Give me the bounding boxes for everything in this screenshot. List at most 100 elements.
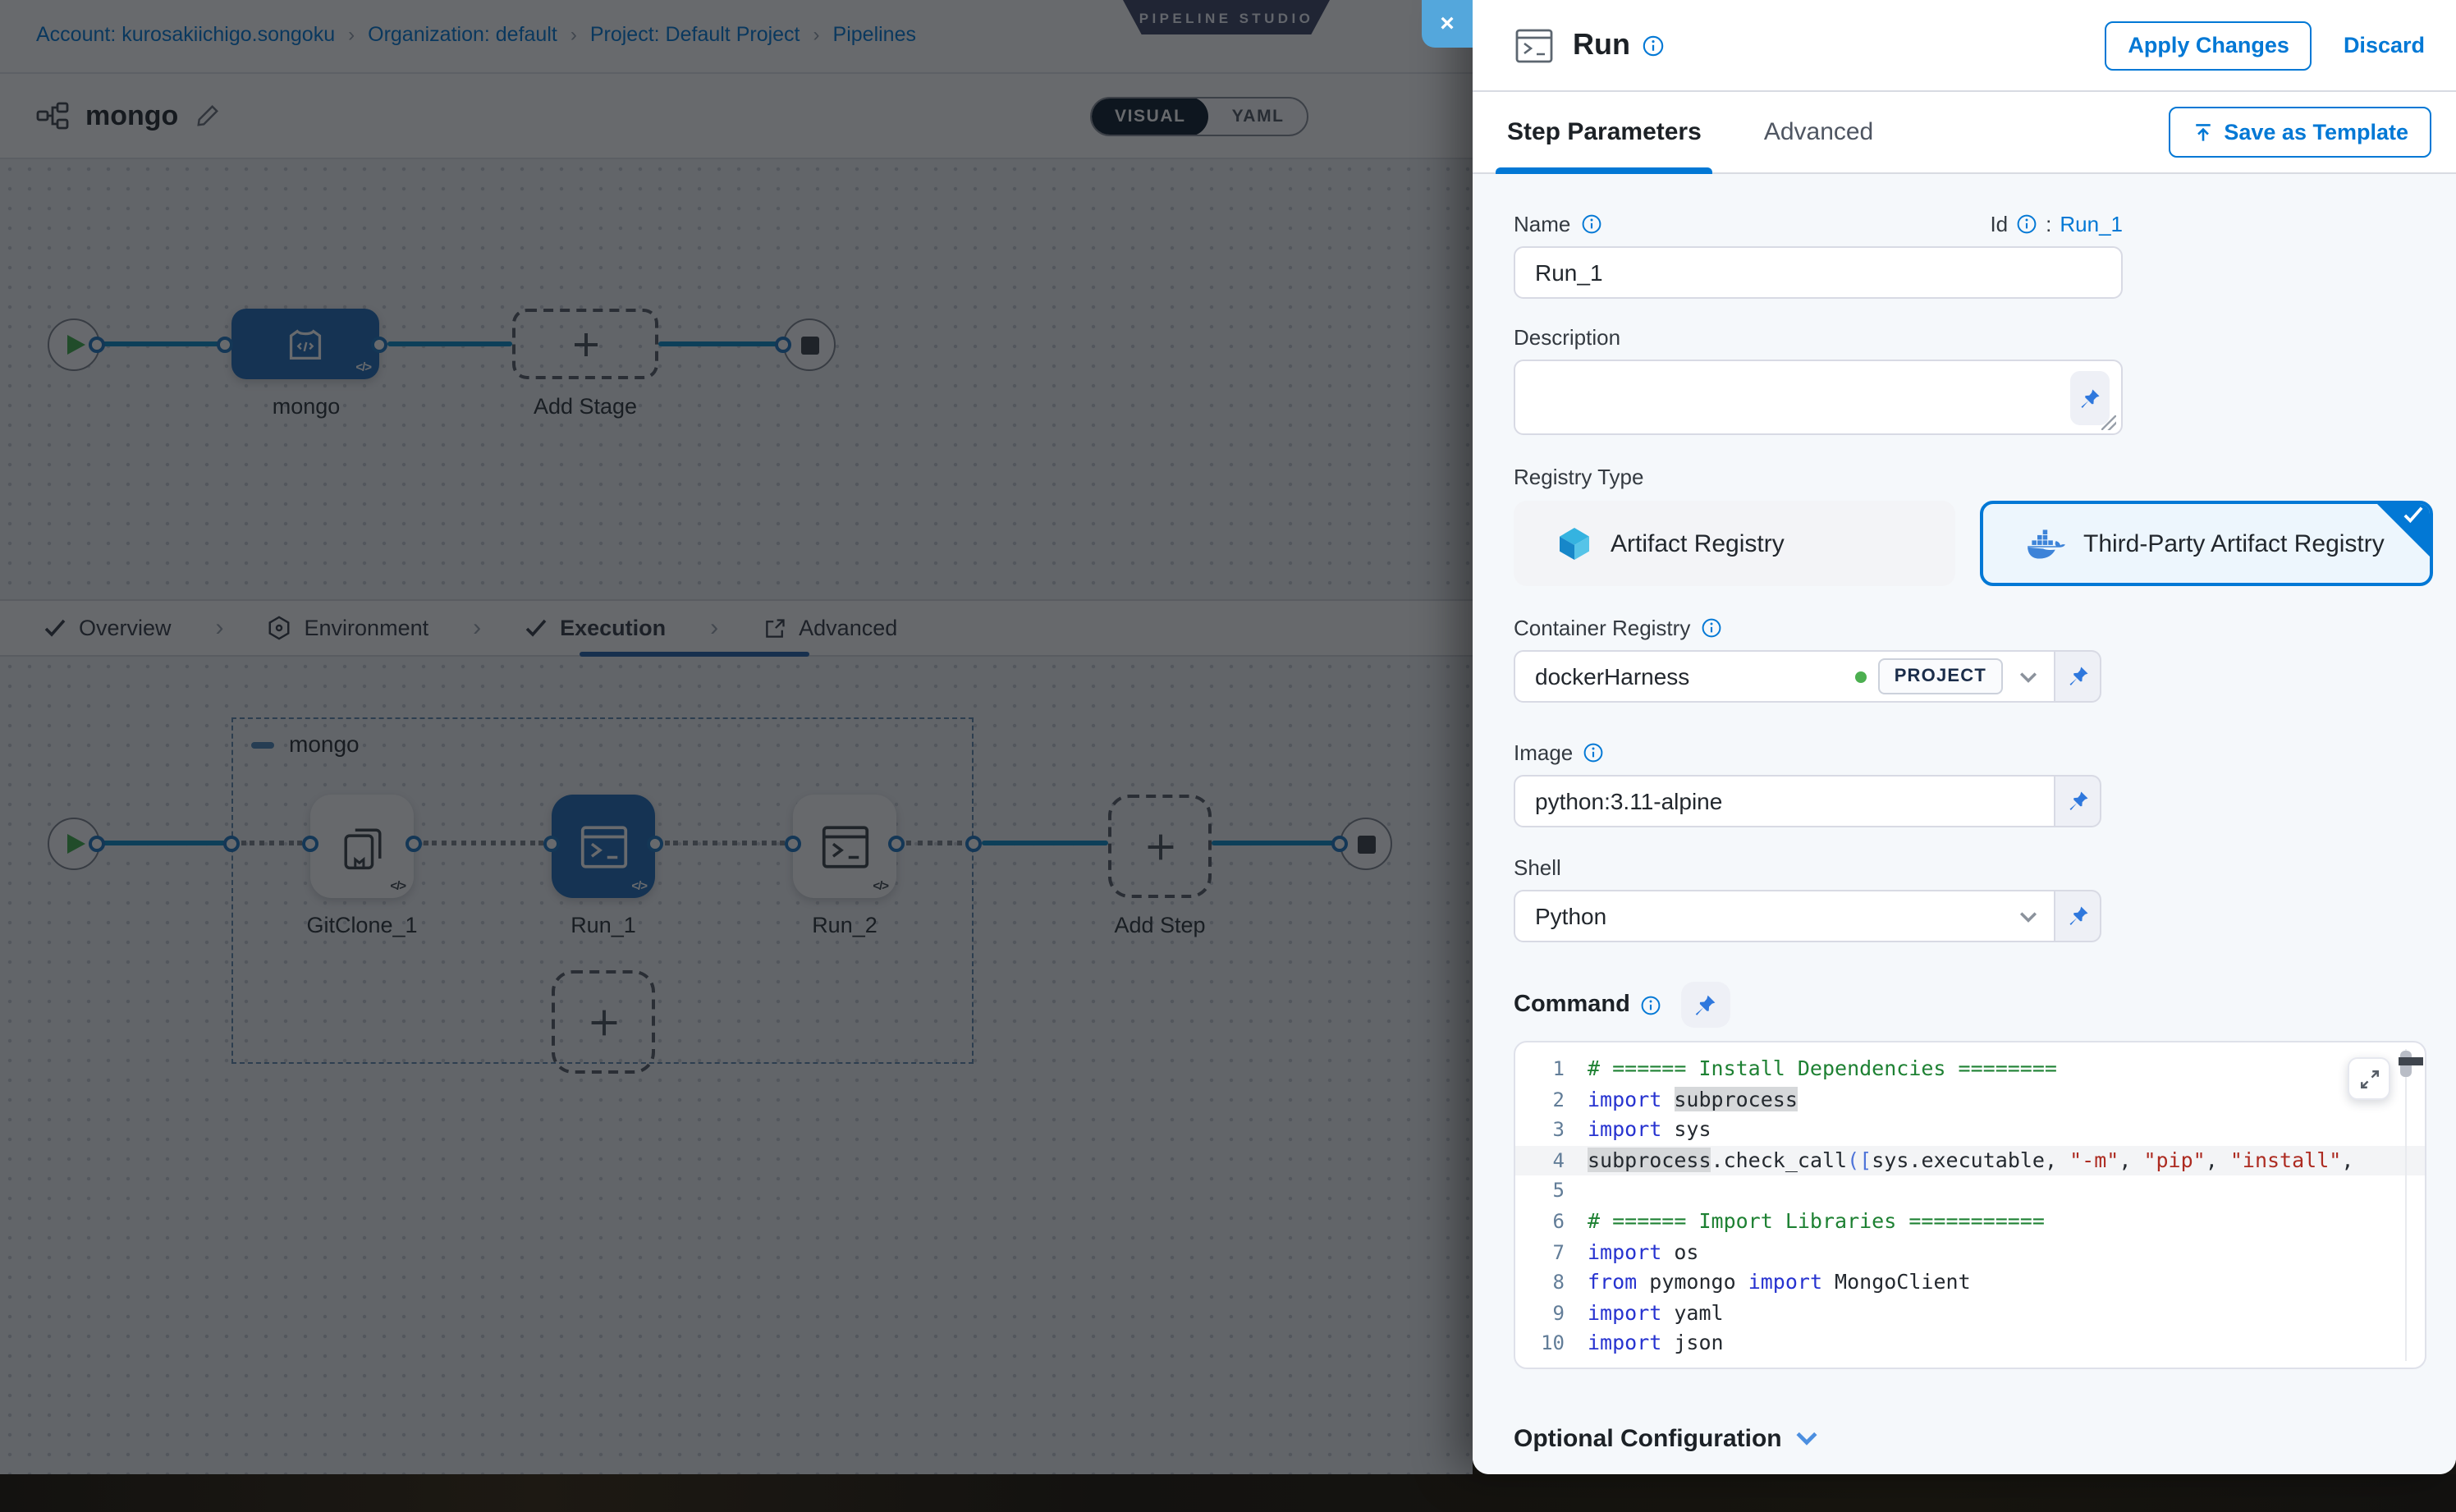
tab-advanced[interactable]: Advanced: [1764, 91, 1873, 173]
apply-changes-button[interactable]: Apply Changes: [2105, 21, 2312, 70]
info-icon[interactable]: [2016, 213, 2037, 234]
code-line[interactable]: 8from pymongo import MongoClient: [1515, 1267, 2425, 1298]
line-number: 2: [1515, 1084, 1588, 1115]
pushpin-icon: [2066, 905, 2089, 928]
chevron-down-icon: [2019, 910, 2037, 922]
code-text: import sys: [1588, 1115, 1711, 1145]
code-line[interactable]: 6# ====== Import Libraries ===========: [1515, 1207, 2425, 1237]
close-icon: ×: [1440, 10, 1455, 38]
pin-button[interactable]: [1681, 982, 1730, 1028]
code-line[interactable]: 3import sys: [1515, 1115, 2425, 1145]
id-separator: :: [2046, 211, 2051, 236]
registry-option-artifact[interactable]: Artifact Registry: [1514, 501, 1955, 586]
step-parameters-panel: Name Id : Run_1 Run_1 Descript: [1473, 174, 2456, 1474]
drawer-header: Run Apply Changes Discard: [1473, 0, 2456, 92]
registry-option-third-party[interactable]: Third-Party Artifact Registry: [1980, 501, 2433, 586]
code-line[interactable]: 5: [1515, 1176, 2425, 1207]
container-registry-label: Container Registry: [1514, 615, 1690, 639]
upload-icon: [2191, 121, 2214, 144]
image-label-group: Image: [1514, 739, 2456, 765]
info-icon[interactable]: [1642, 34, 1665, 57]
line-number: 1: [1515, 1054, 1588, 1084]
tab-step-parameters[interactable]: Step Parameters: [1507, 91, 1702, 173]
pin-button[interactable]: [2055, 890, 2101, 942]
editor-scrollbar-track: [2405, 1049, 2407, 1361]
id-label: Id: [1990, 211, 2008, 236]
pushpin-icon: [2078, 387, 2101, 410]
command-label-row: Command: [1514, 982, 2456, 1028]
line-number: 9: [1515, 1299, 1588, 1329]
expand-editor-button[interactable]: [2348, 1057, 2390, 1100]
pipeline-studio-app: Account: kurosakiichigo.songoku›Organiza…: [0, 0, 2456, 1512]
code-text: from pymongo import MongoClient: [1588, 1267, 1971, 1298]
code-line[interactable]: 4subprocess.check_call([sys.executable, …: [1515, 1146, 2425, 1176]
resize-handle[interactable]: [2101, 415, 2116, 430]
line-number: 4: [1515, 1146, 1588, 1176]
description-textarea[interactable]: [1514, 360, 2123, 435]
connector-status-dot: [1855, 671, 1867, 682]
code-line[interactable]: 10import json: [1515, 1329, 2425, 1359]
optional-configuration-toggle[interactable]: Optional Configuration: [1514, 1425, 2456, 1453]
save-as-template-button[interactable]: Save as Template: [2168, 107, 2431, 158]
shell-select[interactable]: Python: [1514, 890, 2055, 942]
command-code-editor[interactable]: 1# ====== Install Dependencies ========2…: [1514, 1041, 2426, 1369]
id-value: Run_1: [2060, 211, 2123, 236]
registry-option-artifact-label: Artifact Registry: [1611, 529, 1785, 557]
chevron-down-icon: [1797, 1432, 1818, 1446]
shell-row: Python: [1514, 890, 2456, 942]
image-input[interactable]: python:3.11-alpine: [1514, 775, 2055, 827]
name-input[interactable]: Run_1: [1514, 246, 2123, 299]
image-label: Image: [1514, 740, 1573, 764]
code-text: subprocess.check_call([sys.executable, "…: [1588, 1146, 2353, 1176]
drawer-title: Run: [1573, 28, 1630, 62]
name-input-value: Run_1: [1535, 259, 1603, 286]
close-drawer-button[interactable]: ×: [1422, 0, 1473, 48]
desktop-strip: [0, 1474, 2456, 1512]
artifact-registry-icon: [1556, 525, 1592, 561]
tab-step-parameters-label: Step Parameters: [1507, 118, 1702, 146]
step-config-drawer: Run Apply Changes Discard Step Parameter…: [1473, 0, 2456, 1474]
pin-button[interactable]: [2055, 650, 2101, 703]
terminal-icon: [1514, 27, 1555, 63]
code-line[interactable]: 1# ====== Install Dependencies ========: [1515, 1054, 2425, 1084]
code-line[interactable]: 7import os: [1515, 1237, 2425, 1267]
pipeline-studio-pane: Account: kurosakiichigo.songoku›Organiza…: [0, 0, 1473, 1474]
code-lines: 1# ====== Install Dependencies ========2…: [1515, 1054, 2425, 1359]
pushpin-icon: [2066, 790, 2089, 813]
check-icon: [2403, 506, 2423, 524]
code-text: # ====== Install Dependencies ========: [1588, 1054, 2057, 1084]
fullscreen-icon: [2358, 1068, 2380, 1089]
pushpin-icon: [2066, 665, 2089, 688]
drawer-tabs-bar: Step Parameters Advanced Save as Templat…: [1473, 92, 2456, 174]
name-label: Name: [1514, 211, 1570, 236]
code-text: # ====== Import Libraries ===========: [1588, 1207, 2045, 1237]
modal-dim-overlay: [0, 0, 1473, 1474]
container-registry-row: dockerHarness PROJECT: [1514, 650, 2456, 703]
step-id-group: Id : Run_1: [1990, 211, 2123, 236]
info-icon[interactable]: [1583, 741, 1604, 763]
container-registry-select[interactable]: dockerHarness PROJECT: [1514, 650, 2055, 703]
pushpin-icon: [1693, 992, 1718, 1017]
optional-configuration-label: Optional Configuration: [1514, 1425, 1782, 1453]
command-label-group: Command: [1514, 992, 1661, 1018]
chevron-down-icon: [2019, 671, 2037, 682]
info-icon[interactable]: [1640, 994, 1661, 1015]
code-text: import os: [1588, 1237, 1698, 1267]
name-label-group: Name: [1514, 210, 1601, 236]
discard-button[interactable]: Discard: [2344, 33, 2425, 57]
container-registry-value: dockerHarness: [1535, 663, 1689, 690]
registry-option-third-party-label: Third-Party Artifact Registry: [2083, 529, 2385, 557]
info-icon[interactable]: [1580, 213, 1601, 234]
code-text: import json: [1588, 1329, 1724, 1359]
image-value: python:3.11-alpine: [1535, 788, 1722, 814]
line-number: 10: [1515, 1329, 1588, 1359]
line-number: 8: [1515, 1267, 1588, 1298]
pin-button[interactable]: [2055, 775, 2101, 827]
code-line[interactable]: 9import yaml: [1515, 1299, 2425, 1329]
save-as-template-label: Save as Template: [2224, 120, 2408, 144]
container-registry-label-group: Container Registry: [1514, 614, 2456, 640]
info-icon[interactable]: [1700, 616, 1721, 638]
code-line[interactable]: 2import subprocess: [1515, 1084, 2425, 1115]
tab-advanced-label: Advanced: [1764, 118, 1873, 146]
line-number: 7: [1515, 1237, 1588, 1267]
